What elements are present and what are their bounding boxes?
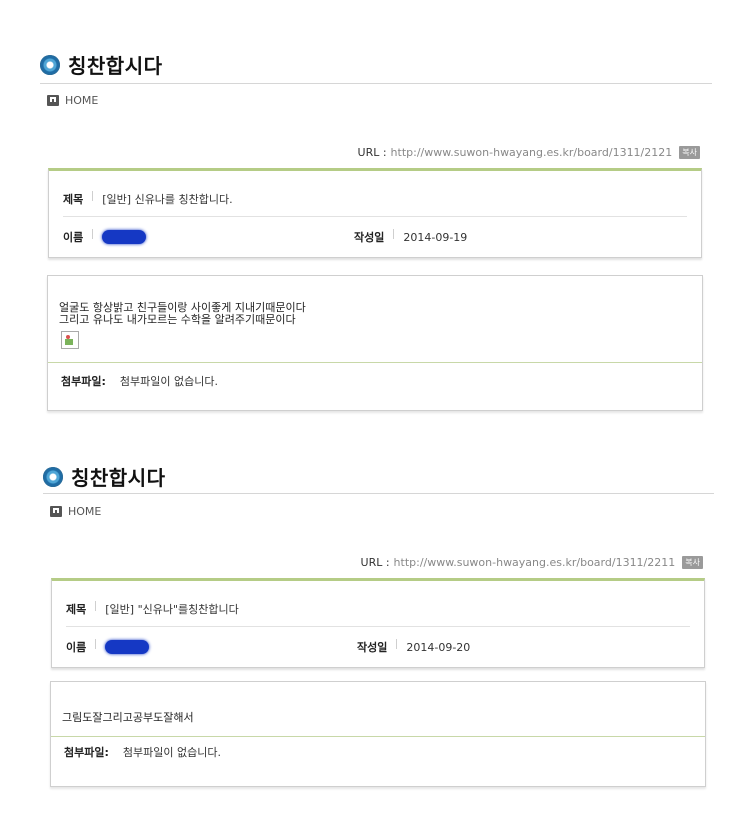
url-line: URL : http://www.suwon-hwayang.es.kr/boa… — [361, 556, 703, 569]
subject-value: [일반] 신유나를 칭찬합니다. — [102, 193, 233, 206]
label-divider — [393, 229, 395, 239]
subject-label: 제목 — [63, 193, 84, 206]
subject-value: [일반] "신유나"를칭찬합니다 — [105, 603, 239, 616]
page-title-text: 칭찬합시다 — [71, 466, 166, 490]
redacted-name — [102, 230, 147, 244]
name-label: 이름 — [66, 641, 87, 654]
label-divider — [92, 191, 94, 201]
post-content-box: 얼굴도 항상밝고 친구들이랑 사이좋게 지내기때문이다 그리고 유나도 내가모르… — [47, 275, 703, 411]
attachment-label: 첨부파일: — [61, 375, 106, 388]
copy-url-button[interactable]: 복사 — [682, 556, 703, 569]
attachment-value: 첨부파일이 없습니다. — [119, 375, 218, 388]
date-label: 작성일 — [354, 231, 385, 244]
page-title: 칭찬합시다 — [43, 462, 166, 491]
url-line: URL : http://www.suwon-hwayang.es.kr/boa… — [358, 146, 700, 159]
url-link[interactable]: http://www.suwon-hwayang.es.kr/board/131… — [394, 556, 676, 569]
date-value: 2014-09-20 — [406, 640, 471, 654]
meta-divider — [66, 626, 690, 627]
breadcrumb-home[interactable]: HOME — [50, 505, 101, 518]
home-label: HOME — [65, 94, 99, 107]
label-divider — [92, 229, 94, 239]
date-group: 작성일 2014-09-20 — [357, 639, 470, 655]
attachment-row: 첨부파일: 첨부파일이 없습니다. — [61, 373, 218, 389]
title-divider — [40, 83, 712, 84]
title-divider — [43, 493, 714, 494]
breadcrumb-home[interactable]: HOME — [47, 94, 98, 107]
post-body-line: 그림도잘그리고공부도잘해서 — [62, 711, 194, 724]
label-divider — [95, 601, 97, 611]
home-label: HOME — [68, 505, 102, 518]
redacted-name — [105, 640, 150, 654]
date-value: 2014-09-19 — [403, 230, 468, 244]
attachment-label: 첨부파일: — [64, 746, 109, 759]
date-label: 작성일 — [357, 641, 388, 654]
content-divider — [51, 736, 705, 737]
page-title: 칭찬합시다 — [40, 50, 163, 79]
broken-image-icon[interactable] — [61, 331, 79, 349]
date-group: 작성일 2014-09-19 — [354, 229, 467, 245]
label-divider — [95, 639, 97, 649]
subject-row: 제목 [일반] "신유나"를칭찬합니다 — [66, 601, 690, 617]
title-bullet-icon — [40, 54, 60, 75]
attachment-row: 첨부파일: 첨부파일이 없습니다. — [64, 744, 221, 760]
meta-divider — [63, 216, 687, 217]
content-divider — [48, 362, 702, 363]
name-label: 이름 — [63, 231, 84, 244]
post-body-line: 그리고 유나도 내가모르는 수학을 알려주기때문이다 — [59, 313, 296, 326]
subject-row: 제목 [일반] 신유나를 칭찬합니다. — [63, 191, 687, 207]
page-title-text: 칭찬합시다 — [68, 54, 163, 78]
home-icon — [47, 95, 59, 106]
url-label: URL : — [360, 556, 390, 569]
url-link[interactable]: http://www.suwon-hwayang.es.kr/board/131… — [391, 146, 673, 159]
attachment-value: 첨부파일이 없습니다. — [122, 746, 221, 759]
label-divider — [396, 639, 398, 649]
subject-label: 제목 — [66, 603, 87, 616]
copy-url-button[interactable]: 복사 — [679, 146, 700, 159]
home-icon — [50, 506, 62, 517]
title-bullet-icon — [43, 466, 63, 487]
url-label: URL : — [357, 146, 387, 159]
post-body: 그림도잘그리고공부도잘해서 — [62, 712, 194, 724]
author-row: 이름 작성일 2014-09-19 — [63, 229, 687, 245]
post-meta-box: 제목 [일반] "신유나"를칭찬합니다 이름 작성일 2014-09-20 — [51, 578, 705, 668]
post-meta-box: 제목 [일반] 신유나를 칭찬합니다. 이름 작성일 2014-09-19 — [48, 168, 702, 258]
author-row: 이름 작성일 2014-09-20 — [66, 639, 690, 655]
post-body: 얼굴도 항상밝고 친구들이랑 사이좋게 지내기때문이다 그리고 유나도 내가모르… — [59, 302, 306, 326]
post-content-box: 그림도잘그리고공부도잘해서 첨부파일: 첨부파일이 없습니다. — [50, 681, 706, 787]
